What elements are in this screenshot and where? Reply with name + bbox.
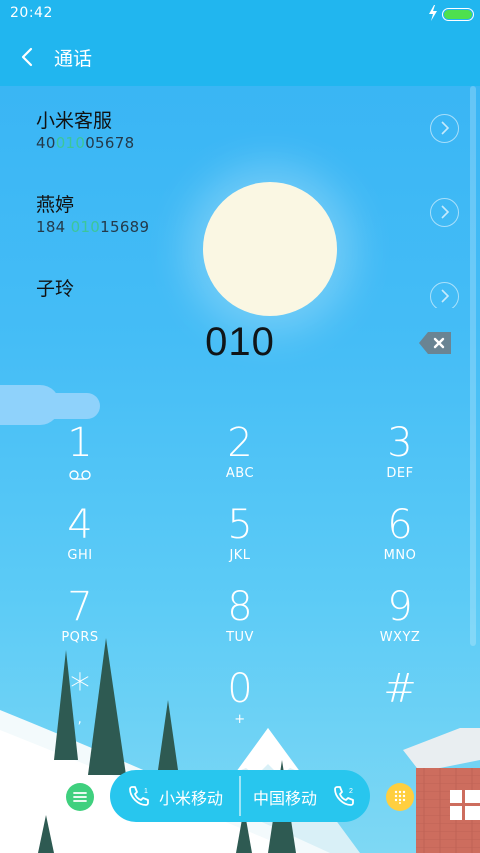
key-7[interactable]: 7 PQRS [10, 584, 150, 666]
key-9[interactable]: 9 WXYZ [330, 584, 470, 666]
battery-icon [442, 8, 474, 21]
contact-row[interactable]: 小米客服 4001005678 [0, 100, 480, 184]
call-buttons: 1 小米移动 中国移动 2 [110, 770, 370, 822]
contact-name: 小米客服 [36, 110, 113, 132]
charging-icon [429, 5, 437, 21]
status-bar: 20:42 [0, 0, 480, 28]
call-sim1-button[interactable]: 1 小米移动 [110, 770, 240, 822]
call-sim2-button[interactable]: 中国移动 2 [240, 770, 370, 822]
voicemail-icon [69, 470, 91, 480]
key-4[interactable]: 4 GHI [10, 502, 150, 584]
phone-icon: 1 [129, 786, 149, 806]
menu-icon [73, 792, 87, 802]
contact-row[interactable]: 子玲 [0, 268, 480, 308]
list-scrollbar[interactable] [470, 86, 476, 646]
key-2[interactable]: 2 ABC [170, 420, 310, 502]
dialer-screen: 20:42 通话 小米客服 4001005678 燕婷 184 01015689… [0, 0, 480, 853]
phone-icon: 2 [334, 786, 354, 806]
dialpad-toggle-button[interactable] [386, 783, 414, 811]
contact-name: 子玲 [36, 278, 75, 300]
call-sim1-label: 小米移动 [159, 789, 224, 808]
key-8[interactable]: 8 TUV [170, 584, 310, 666]
contact-row[interactable]: 燕婷 184 01015689 [0, 184, 480, 268]
chevron-right-icon [441, 121, 450, 135]
chevron-right-icon [441, 289, 450, 303]
call-sim2-label: 中国移动 [253, 789, 318, 808]
contact-number: 184 01015689 [36, 218, 150, 236]
contact-detail-button[interactable] [430, 282, 459, 308]
key-6[interactable]: 6 MNO [330, 502, 470, 584]
key-1[interactable]: 1 [10, 420, 150, 502]
contact-name: 燕婷 [36, 194, 75, 216]
backspace-icon[interactable] [418, 331, 452, 355]
dialed-number: 010 [205, 320, 275, 364]
key-5[interactable]: 5 JKL [170, 502, 310, 584]
contact-detail-button[interactable] [430, 198, 459, 227]
page-title: 通话 [54, 48, 93, 70]
key-star[interactable]: * , [10, 666, 150, 748]
svg-text:2: 2 [349, 788, 353, 795]
key-hash[interactable]: # [330, 666, 470, 748]
cloud-illustration [0, 385, 100, 425]
chevron-right-icon [441, 205, 450, 219]
svg-text:1: 1 [144, 788, 148, 795]
dialpad-icon [394, 790, 406, 804]
chevron-left-icon[interactable] [16, 44, 40, 70]
app-header: 通话 [0, 28, 480, 86]
contact-detail-button[interactable] [430, 114, 459, 143]
status-time: 20:42 [10, 5, 53, 21]
menu-button[interactable] [66, 783, 94, 811]
contact-number: 4001005678 [36, 134, 135, 152]
key-0[interactable]: 0 + [170, 666, 310, 748]
key-3[interactable]: 3 DEF [330, 420, 470, 502]
